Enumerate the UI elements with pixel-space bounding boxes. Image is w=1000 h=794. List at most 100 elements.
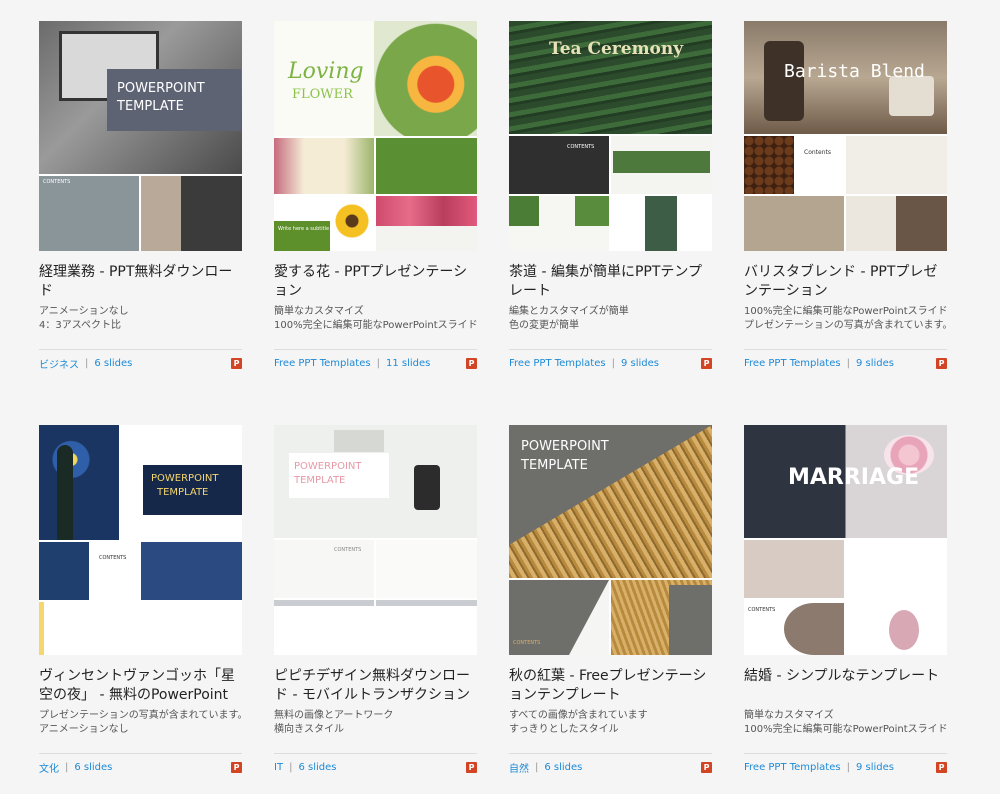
card-footer: Free PPT Templates | 9 slides P [744,349,947,376]
template-title[interactable]: 秋の紅葉 - Freeプレゼンテーションテンプレート [509,667,712,705]
template-title[interactable]: 経理業務 - PPT無料ダウンロード [39,263,242,301]
separator: | [289,761,293,773]
separator: | [535,761,539,773]
category-link[interactable]: 文化 [39,760,59,775]
slide-count[interactable]: 6 slides [298,762,336,773]
thumb-small: CONTENTS [334,547,362,553]
template-card[interactable]: POWERPOINT TEMPLATE CONTENTS ヴィンセントヴァンゴッ… [39,425,242,775]
template-description: アニメーションなし 4：3アスペクト比 [39,305,242,333]
template-description: 簡単なカスタマイズ 100%完全に編集可能なPowerPointスライド [274,305,477,333]
template-thumbnail[interactable]: POWERPOINT TEMPLATE CONTENTS [39,425,242,655]
desc-line: プレゼンテーションの写真が含まれています。 [744,320,947,331]
template-title[interactable]: バリスタブレンド - PPTプレゼンテーション [744,263,947,301]
template-card[interactable]: POWERPOINT TEMPLATE CONTENTS 経理業務 - PPT無… [39,21,242,371]
thumb-title-1: POWERPOINT [151,473,219,484]
template-thumbnail[interactable]: MARRIAGE CONTENTS [744,425,947,655]
separator: | [65,761,69,773]
separator: | [846,357,850,369]
desc-line: 100%完全に編集可能なPowerPointスライド [744,306,947,317]
slide-count[interactable]: 9 slides [621,358,659,369]
template-description: プレゼンテーションの写真が含まれています。 アニメーションなし [39,709,242,737]
template-thumbnail[interactable]: Loving FLOWER Write here a subtitle [274,21,477,251]
thumb-small: CONTENTS [513,640,541,646]
thumb-title-2: TEMPLATE [294,475,346,486]
thumb-small: Write here a subtitle [278,226,330,232]
thumb-title-2: TEMPLATE [157,487,209,498]
template-description: すべての画像が含まれています すっきりとしたスタイル [509,709,712,737]
template-card[interactable]: Tea Ceremony CONTENTS 茶道 - 編集が簡単にPPTテンプレ… [509,21,712,369]
thumb-title-1: Tea Ceremony [549,39,684,59]
template-title[interactable]: ピピチデザイン無料ダウンロード - モバイルトランザクション請求 [274,667,477,705]
template-card[interactable]: POWERPOINT TEMPLATE CONTENTS ピピチデザイン無料ダウ… [274,425,477,773]
desc-line: すっきりとしたスタイル [509,724,619,735]
thumb-title-1: POWERPOINT [294,461,362,472]
card-footer: ビジネス | 6 slides P [39,349,242,376]
template-description: 簡単なカスタマイズ 100%完全に編集可能なPowerPointスライド [744,709,947,737]
template-title[interactable]: 愛する花 - PPTプレゼンテーション [274,263,477,301]
desc-line: 4：3アスペクト比 [39,320,122,331]
thumb-title-1: MARRIAGE [788,465,920,490]
powerpoint-icon: P [701,358,712,369]
thumb-small: CONTENTS [99,555,127,561]
desc-line: 簡単なカスタマイズ [274,306,364,317]
template-title[interactable]: 茶道 - 編集が簡単にPPTテンプレート [509,263,712,301]
card-footer: 文化 | 6 slides P [39,753,242,780]
thumb-small: CONTENTS [748,607,776,613]
template-title[interactable]: 結婚 - シンプルなテンプレート [744,667,947,705]
desc-line: すべての画像が含まれています [509,710,648,721]
slide-count[interactable]: 9 slides [856,358,894,369]
desc-line: 編集とカスタマイズが簡単 [509,306,629,317]
desc-line: 横向きスタイル [274,724,344,735]
slide-count[interactable]: 6 slides [74,762,112,773]
powerpoint-icon: P [466,762,477,773]
template-card[interactable]: MARRIAGE CONTENTS 結婚 - シンプルなテンプレート 簡単なカス… [744,425,947,773]
powerpoint-icon: P [936,358,947,369]
category-link[interactable]: 自然 [509,760,529,775]
template-card[interactable]: POWERPOINT TEMPLATE CONTENTS 秋の紅葉 - Free… [509,425,712,775]
powerpoint-icon: P [701,762,712,773]
template-card[interactable]: Loving FLOWER Write here a subtitle 愛する花… [274,21,477,369]
category-link[interactable]: ビジネス [39,356,79,371]
powerpoint-icon: P [936,762,947,773]
template-thumbnail[interactable]: Barista Blend Contents [744,21,947,251]
thumb-title-1: POWERPOINT [521,439,609,454]
card-footer: Free PPT Templates | 9 slides P [509,349,712,376]
thumb-title-2: TEMPLATE [521,458,588,473]
category-link[interactable]: IT [274,762,283,773]
separator: | [611,357,615,369]
template-thumbnail[interactable]: Tea Ceremony CONTENTS [509,21,712,251]
slide-count[interactable]: 6 slides [94,358,132,369]
category-link[interactable]: Free PPT Templates [744,358,841,369]
desc-line: 100%完全に編集可能なPowerPointスライド [744,724,947,735]
template-thumbnail[interactable]: POWERPOINT TEMPLATE CONTENTS [39,21,242,251]
template-card[interactable]: Barista Blend Contents バリスタブレンド - PPTプレゼ… [744,21,947,369]
thumb-small: CONTENTS [43,179,71,185]
card-footer: Free PPT Templates | 9 slides P [744,753,947,780]
card-footer: Free PPT Templates | 11 slides P [274,349,477,376]
desc-line: 簡単なカスタマイズ [744,710,834,721]
separator: | [376,357,380,369]
slide-count[interactable]: 6 slides [544,762,582,773]
thumb-small: Contents [804,149,831,156]
powerpoint-icon: P [466,358,477,369]
desc-line: 色の変更が簡単 [509,320,579,331]
template-thumbnail[interactable]: POWERPOINT TEMPLATE CONTENTS [274,425,477,655]
template-title[interactable]: ヴィンセントヴァンゴッホ「星空の夜」 - 無料のPowerPointテンプ [39,667,242,705]
template-thumbnail[interactable]: POWERPOINT TEMPLATE CONTENTS [509,425,712,655]
category-link[interactable]: Free PPT Templates [744,762,841,773]
slide-count[interactable]: 11 slides [386,358,430,369]
thumb-title-1: POWERPOINT [117,81,205,96]
powerpoint-icon: P [231,762,242,773]
card-footer: 自然 | 6 slides P [509,753,712,780]
thumb-title-2: FLOWER [292,87,353,102]
thumb-title-2: TEMPLATE [117,99,184,114]
desc-line: 無料の画像とアートワーク [274,710,394,721]
desc-line: アニメーションなし [39,306,129,317]
slide-count[interactable]: 9 slides [856,762,894,773]
powerpoint-icon: P [231,358,242,369]
category-link[interactable]: Free PPT Templates [509,358,606,369]
template-description: 編集とカスタマイズが簡単 色の変更が簡単 [509,305,712,333]
category-link[interactable]: Free PPT Templates [274,358,371,369]
desc-line: プレゼンテーションの写真が含まれています。 [39,710,242,721]
desc-line: アニメーションなし [39,724,129,735]
